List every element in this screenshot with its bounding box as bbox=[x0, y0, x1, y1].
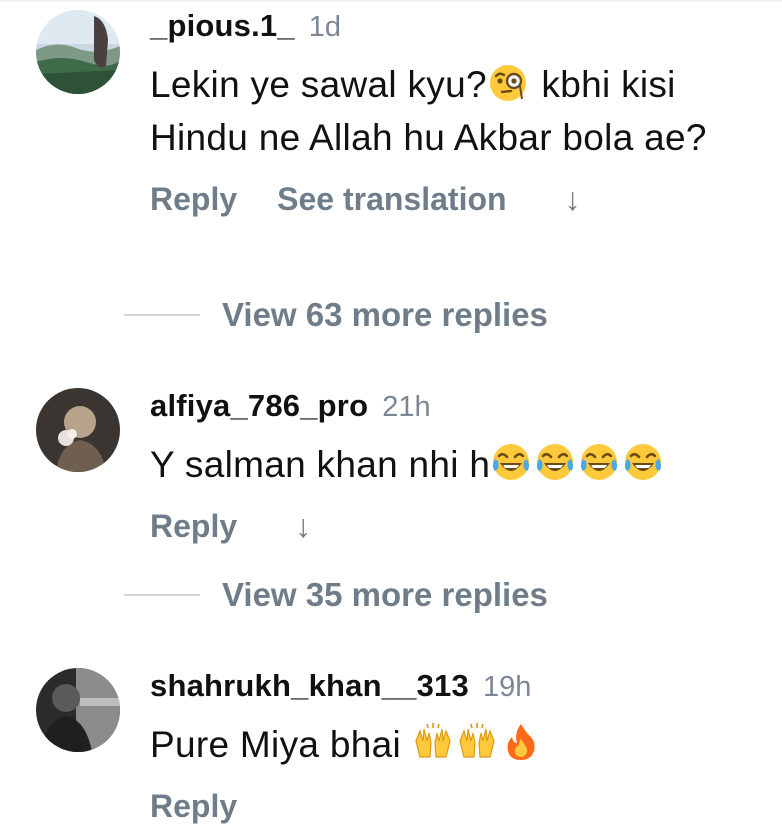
raising-hands-icon bbox=[412, 721, 454, 763]
view-more-replies-label: View 35 more replies bbox=[222, 576, 548, 613]
timestamp: 21h bbox=[382, 391, 431, 423]
face-with-monocle-icon bbox=[487, 61, 529, 103]
fire-icon bbox=[500, 721, 542, 763]
comment-text: Lekin ye sawal kyu? kbhi kisi Hindu ne A… bbox=[150, 58, 752, 164]
username[interactable]: shahrukh_khan__313 bbox=[150, 668, 469, 704]
comment-text-part: Lekin ye sawal kyu? bbox=[150, 64, 487, 105]
tears-of-joy-icon bbox=[578, 441, 620, 483]
avatar[interactable] bbox=[36, 10, 120, 94]
comment-text-part: Pure Miya bhai bbox=[150, 724, 412, 765]
tears-of-joy-icon bbox=[534, 441, 576, 483]
raising-hands-icon bbox=[456, 721, 498, 763]
tears-of-joy-icon bbox=[490, 441, 532, 483]
view-more-replies-button[interactable]: View 63 more replies bbox=[124, 296, 548, 334]
comment-item: _pious.1_ 1d Lekin ye sawal kyu? kbhi ki… bbox=[0, 8, 782, 288]
reply-button[interactable]: Reply bbox=[150, 508, 237, 545]
arrow-down-icon[interactable]: ↓ bbox=[565, 181, 581, 218]
comment-text: Pure Miya bhai bbox=[150, 718, 752, 771]
avatar[interactable] bbox=[36, 388, 120, 472]
comment-text: Y salman khan nhi h bbox=[150, 438, 752, 491]
username[interactable]: alfiya_786_pro bbox=[150, 388, 368, 424]
timestamp: 1d bbox=[308, 11, 342, 43]
comment-item: alfiya_786_pro 21h Y salman khan nhi h R… bbox=[0, 388, 782, 558]
divider-line bbox=[124, 314, 200, 316]
top-divider bbox=[0, 0, 782, 2]
comment-item: shahrukh_khan__313 19h Pure Miya bhai Re… bbox=[0, 668, 782, 824]
comment-text-part: Y salman khan nhi h bbox=[150, 444, 491, 485]
reply-button[interactable]: Reply bbox=[150, 181, 237, 218]
see-translation-button[interactable]: See translation bbox=[277, 181, 506, 218]
view-more-replies-button[interactable]: View 35 more replies bbox=[124, 576, 548, 614]
avatar[interactable] bbox=[36, 668, 120, 752]
timestamp: 19h bbox=[482, 671, 532, 703]
view-more-replies-label: View 63 more replies bbox=[222, 296, 548, 333]
divider-line bbox=[124, 594, 200, 596]
arrow-down-icon[interactable]: ↓ bbox=[295, 508, 311, 545]
username[interactable]: _pious.1_ bbox=[150, 8, 295, 44]
reply-button[interactable]: Reply bbox=[150, 788, 237, 825]
tears-of-joy-icon bbox=[622, 441, 664, 483]
